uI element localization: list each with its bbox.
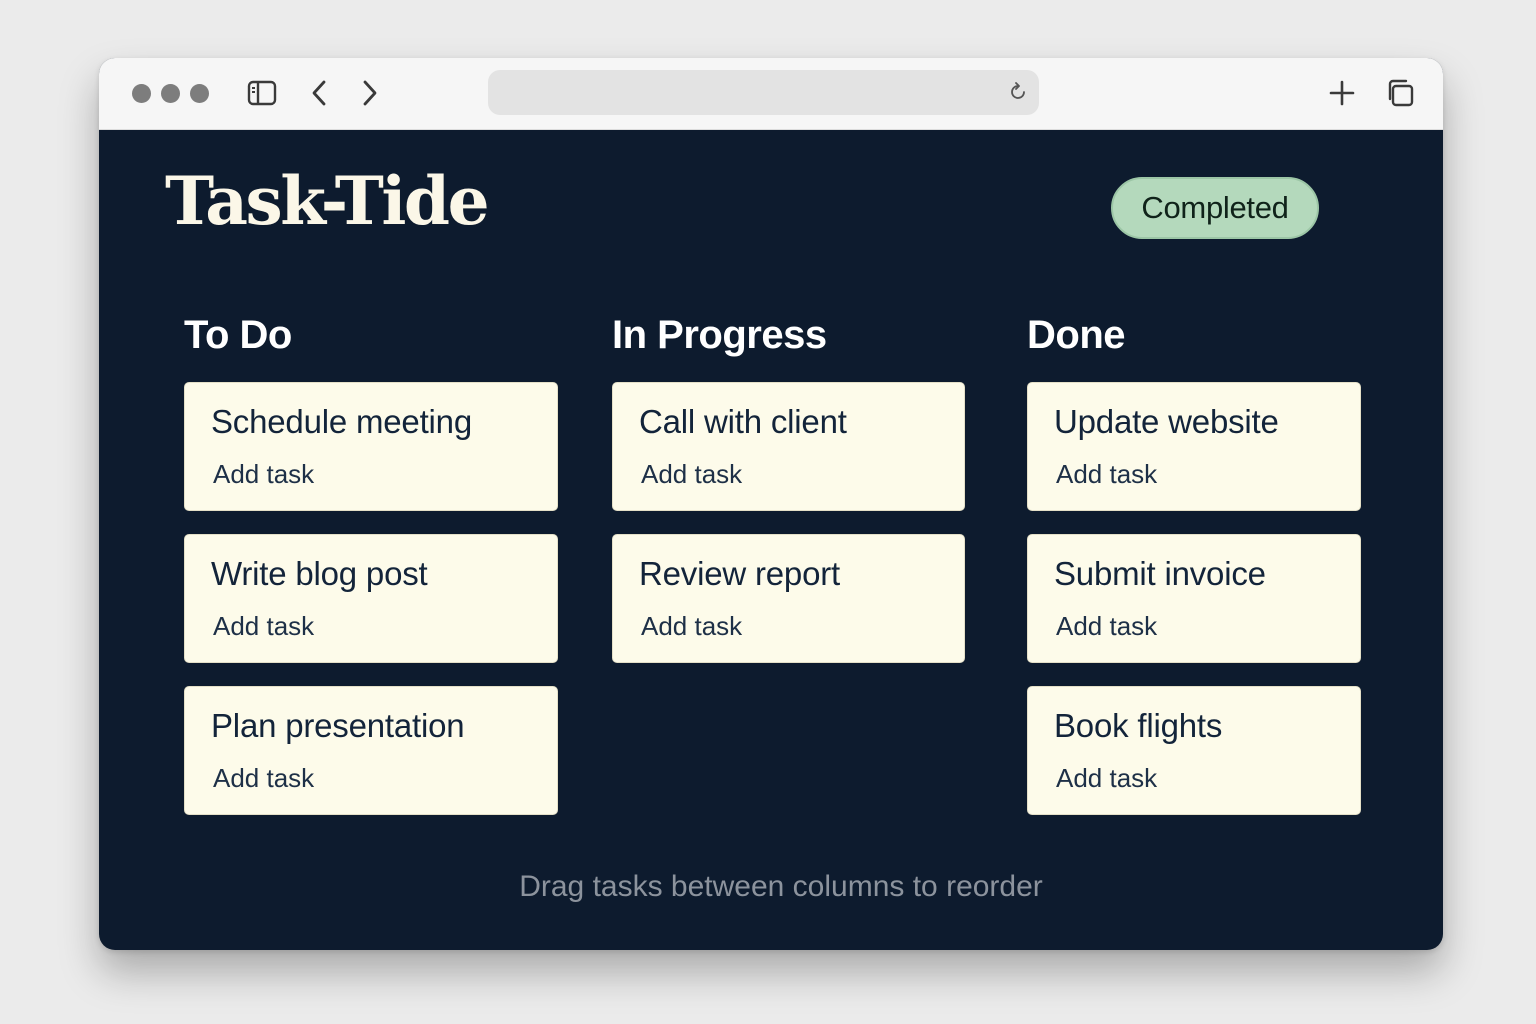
address-bar[interactable]	[488, 70, 1039, 115]
status-badge[interactable]: Completed	[1111, 177, 1319, 239]
task-title: Review report	[639, 555, 840, 592]
url-input[interactable]	[488, 70, 1039, 115]
app-title: Task-Tide	[165, 162, 490, 240]
minimize-window-dot[interactable]	[161, 84, 180, 103]
task-title: Update website	[1054, 403, 1279, 440]
add-task-link[interactable]: Add task	[641, 613, 742, 639]
add-task-link[interactable]: Add task	[213, 613, 314, 639]
task-title: Call with client	[639, 403, 847, 440]
task-title: Schedule meeting	[211, 403, 472, 440]
zoom-window-dot[interactable]	[190, 84, 209, 103]
task-title: Submit invoice	[1054, 555, 1266, 592]
chevron-right-icon[interactable]	[358, 78, 380, 108]
tab-overview-icon[interactable]	[1385, 78, 1415, 108]
close-window-dot[interactable]	[132, 84, 151, 103]
add-task-link[interactable]: Add task	[213, 461, 314, 487]
browser-toolbar	[99, 58, 1443, 130]
task-card[interactable]: Update website Add task	[1027, 382, 1361, 511]
kanban-page: Task-Tide Completed To Do Schedule meeti…	[99, 130, 1443, 950]
add-task-link[interactable]: Add task	[1056, 461, 1157, 487]
task-card[interactable]: Book flights Add task	[1027, 686, 1361, 815]
browser-window: Task-Tide Completed To Do Schedule meeti…	[99, 58, 1443, 950]
add-task-link[interactable]: Add task	[213, 765, 314, 791]
drag-hint: Drag tasks between columns to reorder	[519, 870, 1043, 903]
task-card[interactable]: Write blog post Add task	[184, 534, 558, 663]
plus-icon[interactable]	[1328, 79, 1356, 107]
chevron-left-icon[interactable]	[309, 78, 331, 108]
task-title: Plan presentation	[211, 707, 465, 744]
reload-icon[interactable]	[1007, 81, 1029, 108]
add-task-link[interactable]: Add task	[1056, 765, 1157, 791]
task-title: Write blog post	[211, 555, 428, 592]
task-title: Book flights	[1054, 707, 1223, 744]
task-card[interactable]: Plan presentation Add task	[184, 686, 558, 815]
task-card[interactable]: Review report Add task	[612, 534, 965, 663]
add-task-link[interactable]: Add task	[641, 461, 742, 487]
column-title-in-progress: In Progress	[612, 313, 827, 357]
column-title-todo: To Do	[184, 313, 292, 357]
add-task-link[interactable]: Add task	[1056, 613, 1157, 639]
column-title-done: Done	[1027, 313, 1126, 357]
task-card[interactable]: Call with client Add task	[612, 382, 965, 511]
task-card[interactable]: Submit invoice Add task	[1027, 534, 1361, 663]
sidebar-toggle-icon[interactable]	[247, 80, 277, 106]
task-card[interactable]: Schedule meeting Add task	[184, 382, 558, 511]
